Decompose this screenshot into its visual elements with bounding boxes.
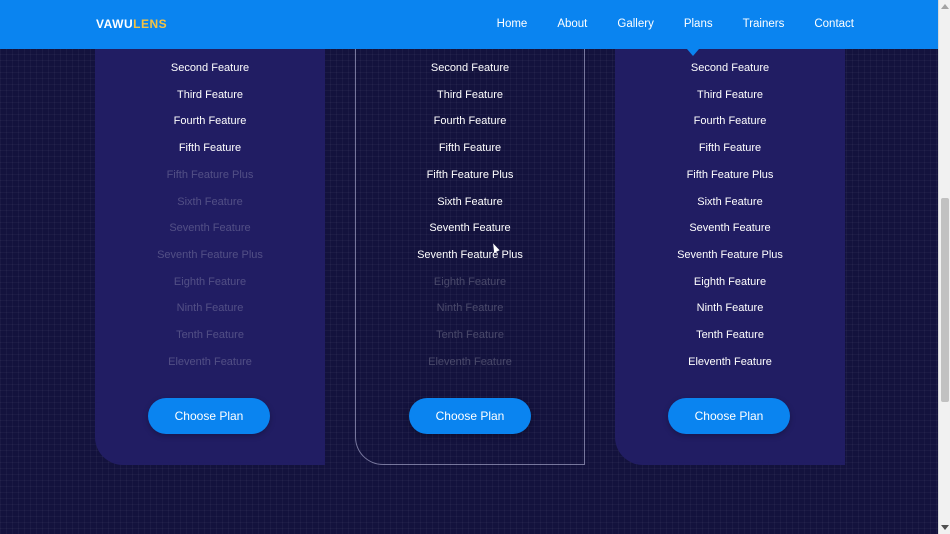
- feature-item: Third Feature: [176, 88, 244, 101]
- feature-item: Third Feature: [436, 88, 504, 101]
- plan-card-3: Second Feature Third Feature Fourth Featur…: [615, 49, 845, 465]
- feature-item: Eighth Feature: [173, 275, 247, 288]
- vertical-scrollbar[interactable]: [938, 0, 950, 534]
- nav-about[interactable]: About: [557, 17, 587, 31]
- main-nav: Home About Gallery Plans Trainers Contac…: [497, 17, 854, 31]
- feature-item: Third Feature: [696, 88, 764, 101]
- feature-item: Fourth Feature: [433, 115, 507, 128]
- feature-item: Tenth Feature: [176, 329, 244, 341]
- feature-item: Second Feature: [170, 62, 250, 74]
- plan-card-2: Second Feature Third Feature Fourth Featur…: [355, 49, 585, 465]
- nav-home[interactable]: Home: [497, 17, 528, 31]
- feature-item: Tenth Feature: [436, 329, 504, 341]
- scroll-down-arrow-icon[interactable]: [941, 525, 949, 530]
- choose-plan-button[interactable]: Choose Plan: [668, 398, 790, 434]
- brand-logo[interactable]: VAWULENS: [96, 17, 167, 31]
- feature-item: Seventh Feature: [689, 222, 771, 235]
- brand-part-1: VAWU: [96, 17, 134, 31]
- feature-item: Eleventh Feature: [428, 355, 512, 368]
- scroll-up-arrow-icon[interactable]: [941, 4, 949, 9]
- feature-item: Second Feature: [690, 62, 770, 74]
- feature-item: Fifth Feature: [698, 142, 762, 155]
- nav-trainers[interactable]: Trainers: [743, 17, 785, 31]
- choose-plan-button[interactable]: Choose Plan: [409, 398, 531, 434]
- feature-item: Seventh Feature: [429, 222, 511, 235]
- brand-part-2: LENS: [133, 17, 168, 31]
- feature-item: Seventh Feature Plus: [677, 248, 783, 261]
- nav-contact[interactable]: Contact: [814, 17, 854, 31]
- feature-item: Fourth Feature: [173, 115, 247, 128]
- nav-plans[interactable]: Plans: [684, 17, 713, 31]
- feature-item: Ninth Feature: [436, 302, 504, 315]
- nav-gallery[interactable]: Gallery: [617, 17, 653, 31]
- feature-item: Eighth Feature: [433, 275, 507, 288]
- scrollbar-thumb[interactable]: [941, 198, 949, 402]
- feature-item: Fifth Feature Plus: [426, 168, 514, 181]
- plan-card-1: Second Feature Third Feature Fourth Featur…: [95, 49, 325, 465]
- feature-item: Ninth Feature: [696, 302, 764, 315]
- feature-item: Fourth Feature: [693, 115, 767, 128]
- feature-item: Second Feature: [430, 62, 510, 74]
- feature-item: Seventh Feature Plus: [417, 248, 523, 261]
- feature-item: Eighth Feature: [693, 275, 767, 288]
- feature-item: Fifth Feature Plus: [166, 168, 254, 181]
- feature-item: Tenth Feature: [696, 329, 764, 341]
- feature-item: Sixth Feature: [437, 195, 503, 208]
- feature-item: Fifth Feature: [178, 142, 242, 155]
- feature-item: Fifth Feature: [438, 142, 502, 155]
- feature-item: Eleventh Feature: [168, 355, 252, 368]
- active-nav-indicator: [687, 49, 699, 56]
- choose-plan-button[interactable]: Choose Plan: [148, 398, 270, 434]
- feature-item: Eleventh Feature: [688, 355, 772, 368]
- navbar: VAWULENS Home About Gallery Plans Traine…: [0, 0, 938, 49]
- feature-item: Sixth Feature: [177, 195, 243, 208]
- feature-item: Ninth Feature: [176, 302, 244, 315]
- feature-item: Sixth Feature: [697, 195, 763, 208]
- feature-item: Seventh Feature Plus: [157, 248, 263, 261]
- feature-item: Fifth Feature Plus: [686, 168, 774, 181]
- feature-item: Seventh Feature: [169, 222, 251, 235]
